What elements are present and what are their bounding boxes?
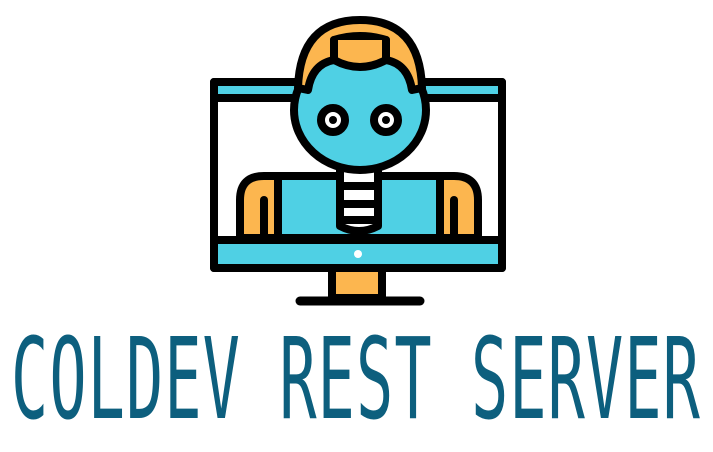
robot-monitor-icon	[210, 16, 506, 306]
title-text: COLDEV REST SERVER	[11, 322, 701, 445]
monitor-power-dot	[354, 250, 362, 258]
wordmark: COLDEV REST SERVER	[11, 322, 701, 445]
logo-container: COLDEV REST SERVER	[0, 0, 713, 452]
